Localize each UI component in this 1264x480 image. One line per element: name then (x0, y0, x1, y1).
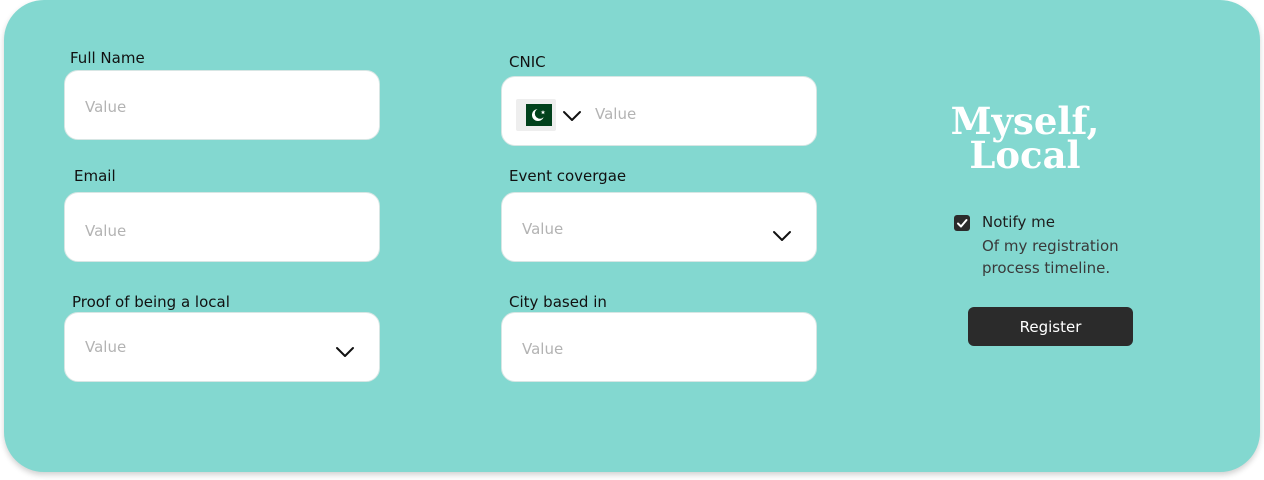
country-selector[interactable] (516, 99, 556, 131)
proof-placeholder: Value (85, 338, 127, 356)
full-name-input[interactable]: Value (64, 70, 380, 140)
email-input[interactable]: Value (64, 192, 380, 262)
proof-select[interactable]: Value (64, 312, 380, 382)
city-input[interactable]: Value (501, 312, 817, 382)
chevron-down-icon (336, 347, 354, 357)
event-coverage-placeholder: Value (522, 220, 564, 238)
checkmark-icon (957, 219, 968, 228)
email-placeholder: Value (85, 222, 127, 240)
register-button[interactable]: Register (968, 307, 1133, 346)
proof-label: Proof of being a local (72, 293, 230, 311)
email-label: Email (74, 167, 116, 185)
event-coverage-label: Event covergae (509, 167, 627, 185)
cnic-label: CNIC (509, 53, 546, 71)
chevron-down-icon (773, 231, 791, 241)
brand-line-2: Local (969, 133, 1081, 177)
pakistan-flag-icon (526, 104, 552, 126)
notify-title: Notify me (982, 213, 1055, 231)
chevron-down-icon[interactable] (562, 110, 582, 122)
event-coverage-select[interactable]: Value (501, 192, 817, 262)
full-name-label: Full Name (70, 49, 145, 67)
city-label: City based in (509, 293, 607, 311)
notify-checkbox[interactable] (954, 215, 970, 231)
brand-logo: Myself, Local (940, 103, 1110, 177)
full-name-placeholder: Value (85, 98, 127, 116)
cnic-placeholder: Value (595, 105, 637, 123)
cnic-input[interactable]: Value (501, 76, 817, 146)
city-placeholder: Value (522, 340, 564, 358)
notify-description: Of my registration process timeline. (982, 237, 1119, 277)
